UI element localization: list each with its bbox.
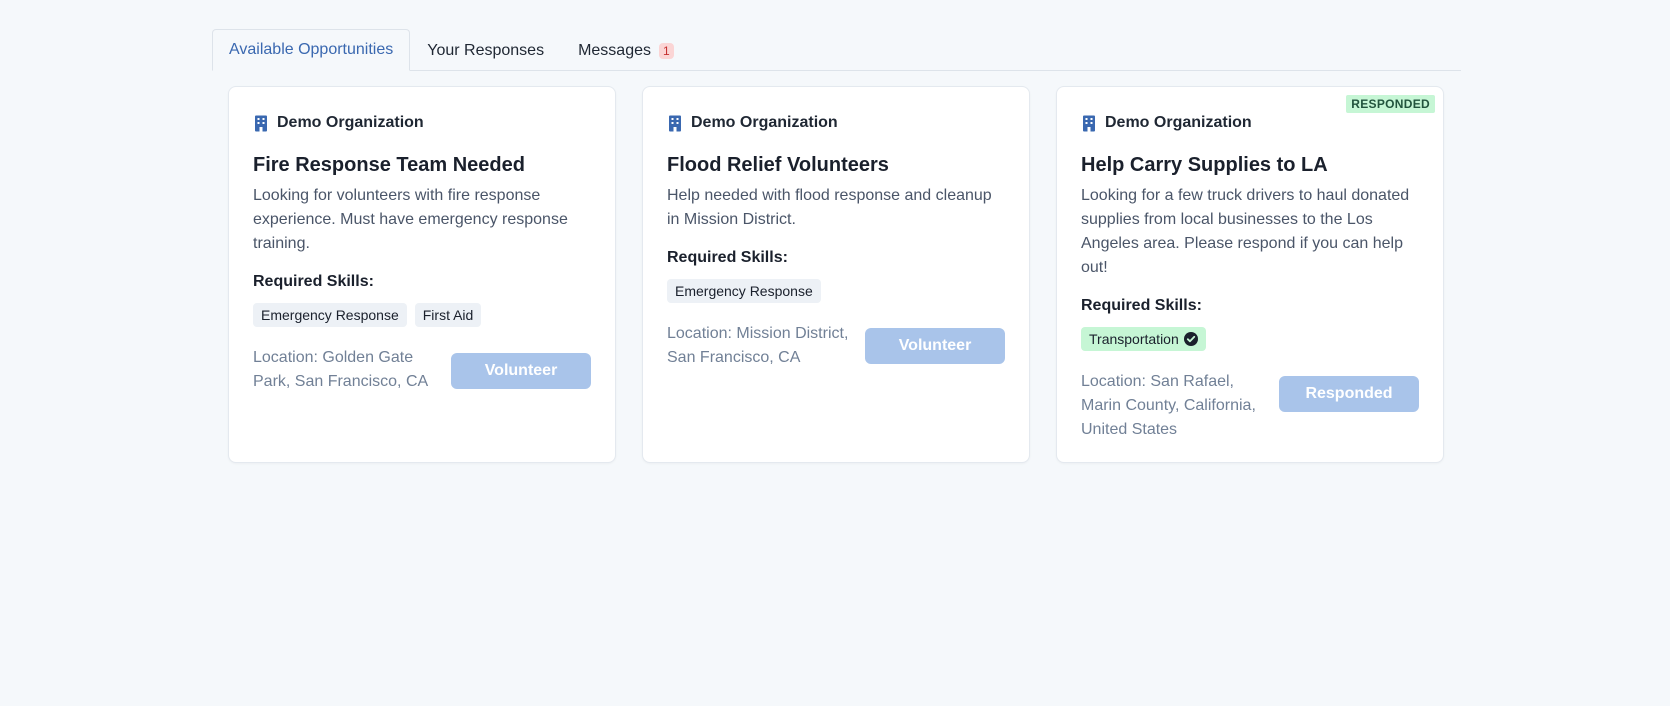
card-footer: Location: San Rafael, Marin County, Cali… bbox=[1081, 370, 1419, 442]
opportunity-card: RESPONDED Demo Organization Help Carry S… bbox=[1056, 86, 1444, 463]
opportunity-title: Help Carry Supplies to LA bbox=[1081, 154, 1328, 176]
skill-list: Emergency Response bbox=[667, 279, 1005, 303]
main-container: Available Opportunities Your Responses M… bbox=[212, 29, 1461, 463]
responded-button[interactable]: Responded bbox=[1279, 376, 1419, 412]
volunteer-button[interactable]: Volunteer bbox=[865, 328, 1005, 364]
organization-row: Demo Organization bbox=[253, 111, 591, 135]
skill-tag-matched: Transportation bbox=[1081, 327, 1206, 351]
skill-tag: First Aid bbox=[414, 303, 482, 327]
check-circle-icon bbox=[1183, 332, 1198, 346]
building-icon bbox=[669, 115, 681, 131]
skill-list: Transportation bbox=[1081, 327, 1419, 351]
building-icon bbox=[255, 115, 267, 131]
opportunity-description: Help needed with flood response and clea… bbox=[667, 187, 992, 228]
location-text: Location: San Rafael, Marin County, Cali… bbox=[1081, 373, 1256, 438]
tab-bar: Available Opportunities Your Responses M… bbox=[212, 29, 1461, 71]
organization-name: Demo Organization bbox=[1105, 114, 1252, 131]
opportunity-title: Flood Relief Volunteers bbox=[667, 154, 889, 176]
volunteer-button[interactable]: Volunteer bbox=[451, 353, 591, 389]
building-icon bbox=[1083, 115, 1095, 131]
opportunity-title: Fire Response Team Needed bbox=[253, 154, 525, 176]
tab-available-opportunities[interactable]: Available Opportunities bbox=[212, 29, 411, 71]
organization-name: Demo Organization bbox=[277, 114, 424, 131]
opportunity-card: Demo Organization Fire Response Team Nee… bbox=[228, 86, 616, 463]
organization-row: Demo Organization bbox=[1081, 111, 1419, 135]
skill-tag: Emergency Response bbox=[253, 303, 407, 327]
opportunity-description: Looking for a few truck drivers to haul … bbox=[1081, 187, 1410, 276]
skill-list: Emergency Response First Aid bbox=[253, 303, 591, 327]
card-footer: Location: Mission District, San Francisc… bbox=[667, 322, 1005, 370]
tab-messages[interactable]: Messages 1 bbox=[561, 29, 691, 71]
location-text: Location: Mission District, San Francisc… bbox=[667, 325, 849, 366]
tab-label: Your Responses bbox=[427, 41, 545, 59]
opportunity-card: Demo Organization Flood Relief Volunteer… bbox=[642, 86, 1030, 463]
tab-your-responses[interactable]: Your Responses bbox=[410, 29, 561, 71]
card-footer: Location: Golden Gate Park, San Francisc… bbox=[253, 346, 591, 394]
opportunity-description: Looking for volunteers with fire respons… bbox=[253, 187, 568, 252]
required-skills-label: Required Skills: bbox=[667, 249, 788, 266]
status-badge: RESPONDED bbox=[1346, 95, 1435, 113]
location-text: Location: Golden Gate Park, San Francisc… bbox=[253, 349, 429, 390]
required-skills-label: Required Skills: bbox=[1081, 297, 1202, 314]
tab-label: Available Opportunities bbox=[229, 41, 394, 58]
unread-count-badge: 1 bbox=[659, 42, 674, 59]
organization-row: Demo Organization bbox=[667, 111, 1005, 135]
organization-name: Demo Organization bbox=[691, 114, 838, 131]
required-skills-label: Required Skills: bbox=[253, 273, 374, 290]
opportunity-list: Demo Organization Fire Response Team Nee… bbox=[212, 86, 1461, 463]
tab-label: Messages bbox=[578, 41, 651, 59]
skill-tag: Emergency Response bbox=[667, 279, 821, 303]
skill-tag-label: Transportation bbox=[1089, 331, 1179, 347]
